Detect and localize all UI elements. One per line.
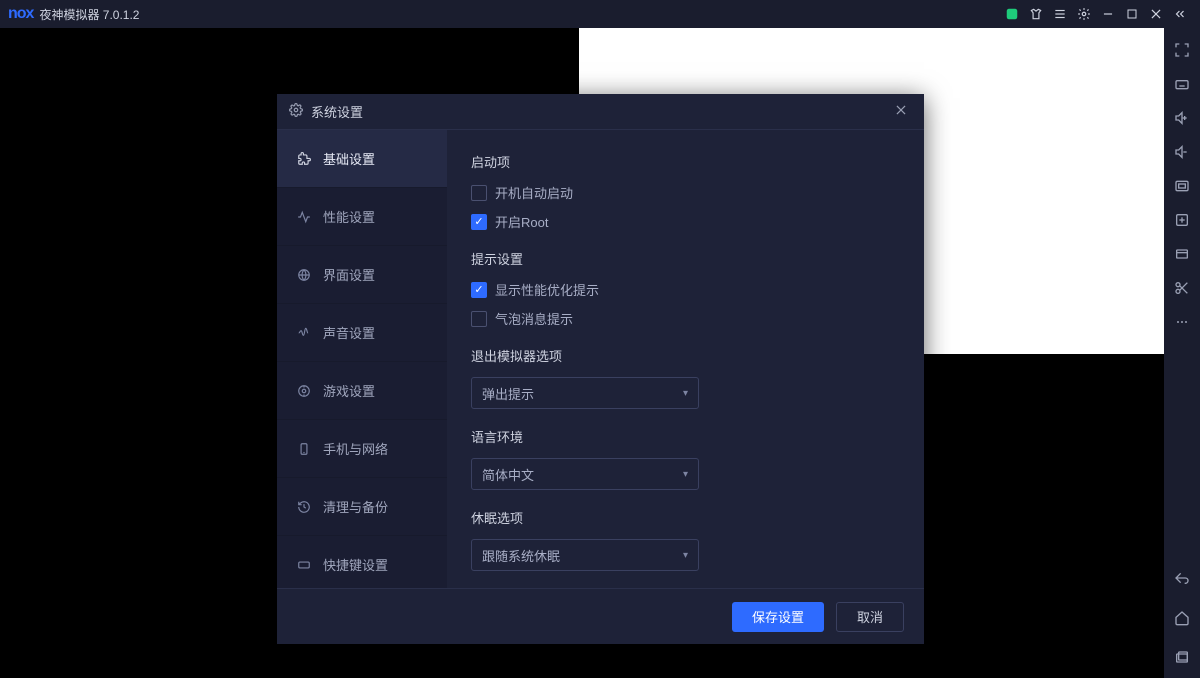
file-manager-icon[interactable] (1168, 240, 1196, 268)
checkbox-label: 开启Root (495, 212, 548, 231)
settings-content: 启动项 开机自动启动 ✓ 开启Root 提示设置 ✓ 显示性能优化提示 气泡消息… (447, 130, 924, 588)
sidebar-item-interface[interactable]: 界面设置 (277, 246, 447, 304)
save-button[interactable]: 保存设置 (732, 602, 824, 632)
checkbox-perf-tips[interactable]: ✓ 显示性能优化提示 (471, 280, 900, 299)
dialog-title: 系统设置 (311, 102, 363, 121)
checkbox-label: 显示性能优化提示 (495, 280, 599, 299)
checkbox-label: 气泡消息提示 (495, 309, 573, 328)
sidebar-item-label: 快捷键设置 (323, 555, 388, 574)
checkbox-icon: ✓ (471, 282, 487, 298)
checkbox-icon (471, 311, 487, 327)
add-apk-icon[interactable] (1168, 206, 1196, 234)
app-title: 夜神模拟器 7.0.1.2 (39, 6, 139, 23)
history-icon (295, 500, 313, 514)
collapse-icon[interactable] (1168, 2, 1192, 26)
game-icon (295, 384, 313, 398)
checkbox-auto-start[interactable]: 开机自动启动 (471, 183, 900, 202)
fullscreen-icon[interactable] (1168, 36, 1196, 64)
sidebar-item-phone-network[interactable]: 手机与网络 (277, 420, 447, 478)
notification-icon[interactable] (1000, 2, 1024, 26)
section-tips-title: 提示设置 (471, 249, 900, 268)
volume-up-icon[interactable] (1168, 104, 1196, 132)
settings-dialog: 系统设置 基础设置 性能设置 界面设置 声音设置 (277, 94, 924, 644)
back-icon[interactable] (1168, 564, 1196, 592)
select-value: 跟随系统休眠 (482, 546, 560, 565)
minimize-icon[interactable] (1096, 2, 1120, 26)
keyboard-icon (295, 558, 313, 572)
sidebar-item-shortcuts[interactable]: 快捷键设置 (277, 536, 447, 588)
right-toolbar (1164, 28, 1200, 678)
maximize-icon[interactable] (1120, 2, 1144, 26)
close-window-icon[interactable] (1144, 2, 1168, 26)
shirt-icon[interactable] (1024, 2, 1048, 26)
dialog-footer: 保存设置 取消 (277, 588, 924, 644)
more-icon[interactable] (1168, 308, 1196, 336)
scissors-icon[interactable] (1168, 274, 1196, 302)
sidebar-item-basic[interactable]: 基础设置 (277, 130, 447, 188)
screenshot-icon[interactable] (1168, 172, 1196, 200)
close-dialog-button[interactable] (890, 99, 912, 124)
menu-icon[interactable] (1048, 2, 1072, 26)
titlebar: nox 夜神模拟器 7.0.1.2 (0, 0, 1200, 28)
sidebar-item-game[interactable]: 游戏设置 (277, 362, 447, 420)
section-exit-title: 退出模拟器选项 (471, 346, 900, 365)
checkbox-label: 开机自动启动 (495, 183, 573, 202)
pulse-icon (295, 210, 313, 224)
checkbox-icon (471, 185, 487, 201)
sidebar-item-label: 清理与备份 (323, 497, 388, 516)
sidebar-item-label: 界面设置 (323, 265, 375, 284)
chevron-down-icon: ▾ (683, 550, 688, 561)
gear-icon (289, 103, 303, 120)
keyboard-mapping-icon[interactable] (1168, 70, 1196, 98)
phone-icon (295, 442, 313, 456)
sidebar-item-label: 基础设置 (323, 149, 375, 168)
home-icon[interactable] (1168, 604, 1196, 632)
select-exit-option[interactable]: 弹出提示 ▾ (471, 377, 699, 409)
checkbox-bubble-tips[interactable]: 气泡消息提示 (471, 309, 900, 328)
chevron-down-icon: ▾ (683, 469, 688, 480)
select-value: 弹出提示 (482, 384, 534, 403)
globe-icon (295, 268, 313, 282)
sidebar-item-label: 手机与网络 (323, 439, 388, 458)
volume-down-icon[interactable] (1168, 138, 1196, 166)
select-sleep-option[interactable]: 跟随系统休眠 ▾ (471, 539, 699, 571)
chevron-down-icon: ▾ (683, 388, 688, 399)
checkbox-root[interactable]: ✓ 开启Root (471, 212, 900, 231)
cancel-button[interactable]: 取消 (836, 602, 904, 632)
settings-sidebar: 基础设置 性能设置 界面设置 声音设置 游戏设置 (277, 130, 447, 588)
select-language[interactable]: 简体中文 ▾ (471, 458, 699, 490)
section-sleep-title: 休眠选项 (471, 508, 900, 527)
sidebar-item-cleanup-backup[interactable]: 清理与备份 (277, 478, 447, 536)
sidebar-item-label: 游戏设置 (323, 381, 375, 400)
settings-icon[interactable] (1072, 2, 1096, 26)
sidebar-item-label: 性能设置 (323, 207, 375, 226)
dialog-body: 基础设置 性能设置 界面设置 声音设置 游戏设置 (277, 130, 924, 588)
sidebar-item-performance[interactable]: 性能设置 (277, 188, 447, 246)
checkbox-icon: ✓ (471, 214, 487, 230)
sidebar-item-sound[interactable]: 声音设置 (277, 304, 447, 362)
recent-apps-icon[interactable] (1168, 644, 1196, 672)
section-startup-title: 启动项 (471, 152, 900, 171)
section-language-title: 语言环境 (471, 427, 900, 446)
sidebar-item-label: 声音设置 (323, 323, 375, 342)
puzzle-icon (295, 152, 313, 166)
sound-icon (295, 326, 313, 340)
select-value: 简体中文 (482, 465, 534, 484)
app-logo: nox (8, 5, 33, 23)
dialog-header: 系统设置 (277, 94, 924, 130)
main-area: 系统设置 基础设置 性能设置 界面设置 声音设置 (0, 28, 1164, 678)
